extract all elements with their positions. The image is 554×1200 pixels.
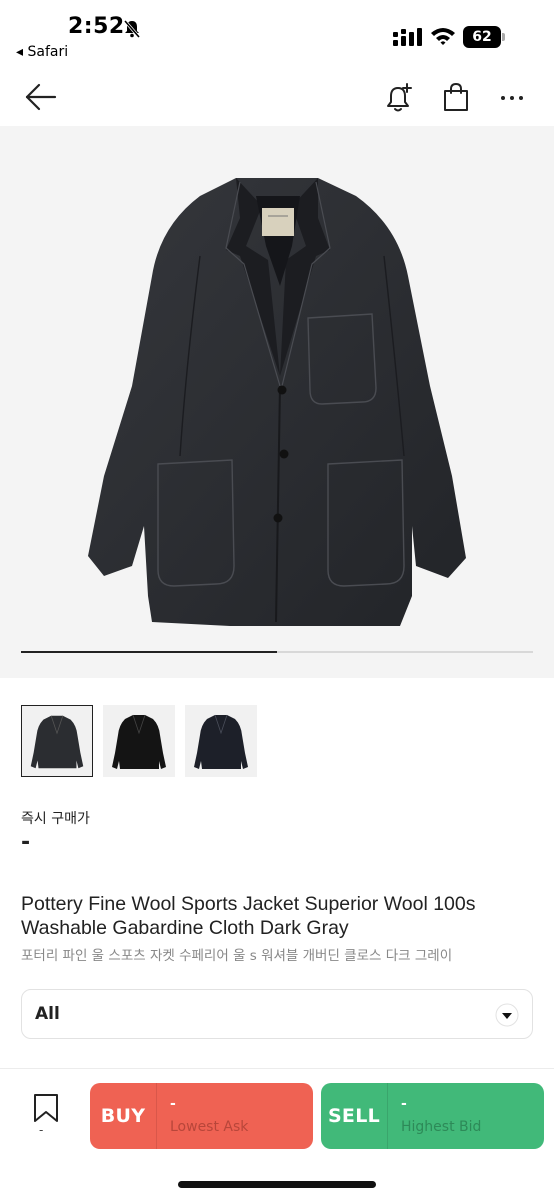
product-title: Pottery Fine Wool Sports Jacket Superior… xyxy=(21,893,476,939)
instant-price-label: 즉시 구매가 xyxy=(21,811,90,827)
sell-button[interactable]: SELL - Highest Bid xyxy=(321,1083,544,1149)
carousel-progress-fill xyxy=(21,651,277,653)
back-arrow-icon[interactable] xyxy=(24,82,58,112)
signal-icon xyxy=(393,28,422,46)
battery-icon: 62 xyxy=(463,26,505,48)
carousel-progress xyxy=(21,651,533,653)
thumbnail-navy[interactable] xyxy=(185,705,257,777)
highest-bid-label: Highest Bid xyxy=(401,1119,482,1135)
product-title-korean: 포터리 파인 울 스포츠 자켓 수페리어 울 s 워셔블 개버딘 클로스 다크 … xyxy=(21,948,453,964)
wifi-icon xyxy=(431,28,455,45)
battery-level: 62 xyxy=(463,26,501,48)
jacket-image xyxy=(88,178,466,626)
product-image-carousel[interactable] xyxy=(0,126,554,678)
lowest-ask-price: - xyxy=(170,1096,176,1112)
shopping-bag-icon[interactable] xyxy=(442,82,470,112)
buy-info: - Lowest Ask xyxy=(157,1095,248,1137)
bell-off-icon xyxy=(123,20,141,38)
buy-label: BUY xyxy=(100,1105,146,1127)
thumbnail-jacket-dark-gray xyxy=(30,715,84,769)
more-icon[interactable] xyxy=(498,84,526,112)
size-select-value: All xyxy=(35,1004,60,1024)
home-indicator[interactable] xyxy=(178,1181,376,1188)
thumbnail-strip xyxy=(21,705,257,777)
thumbnail-jacket-black xyxy=(112,714,166,769)
battery-cap xyxy=(502,33,505,41)
instant-price-value: - xyxy=(21,830,31,855)
bookmark-count: - xyxy=(39,1123,44,1137)
sell-info: - Highest Bid xyxy=(388,1095,481,1137)
highest-bid-price: - xyxy=(401,1096,407,1112)
status-time: 2:52 xyxy=(68,14,125,39)
bookmark-icon[interactable] xyxy=(33,1093,59,1123)
alert-add-icon[interactable] xyxy=(384,82,414,114)
buy-button[interactable]: BUY - Lowest Ask xyxy=(90,1083,313,1149)
lowest-ask-label: Lowest Ask xyxy=(170,1119,249,1135)
status-bar: 2:52 ◂ Safari 62 xyxy=(0,0,554,66)
back-to-safari-link[interactable]: ◂ Safari xyxy=(16,44,68,60)
size-select[interactable]: All xyxy=(21,989,533,1039)
top-navigation xyxy=(0,70,554,124)
chevron-down-icon xyxy=(495,1003,519,1027)
thumbnail-black[interactable] xyxy=(103,705,175,777)
thumbnail-jacket-navy xyxy=(194,714,248,769)
thumbnail-dark-gray[interactable] xyxy=(21,705,93,777)
sell-label: SELL xyxy=(327,1105,381,1127)
